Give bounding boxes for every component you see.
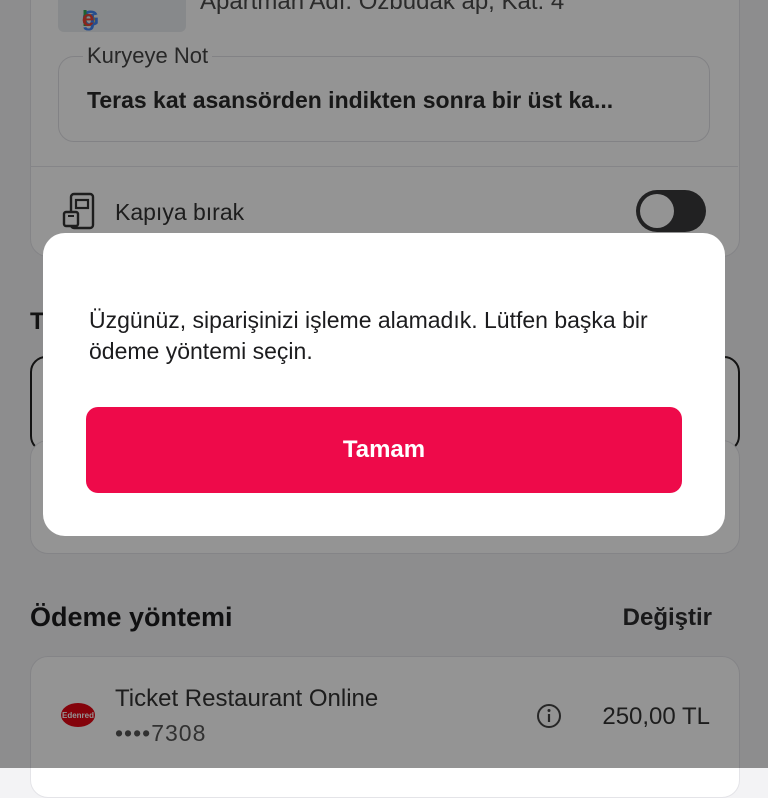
error-dialog: Üzgünüz, siparişinizi işleme alamadık. L… — [43, 233, 725, 536]
error-message: Üzgünüz, siparişinizi işleme alamadık. L… — [89, 307, 648, 364]
ok-button[interactable]: Tamam — [86, 407, 682, 493]
